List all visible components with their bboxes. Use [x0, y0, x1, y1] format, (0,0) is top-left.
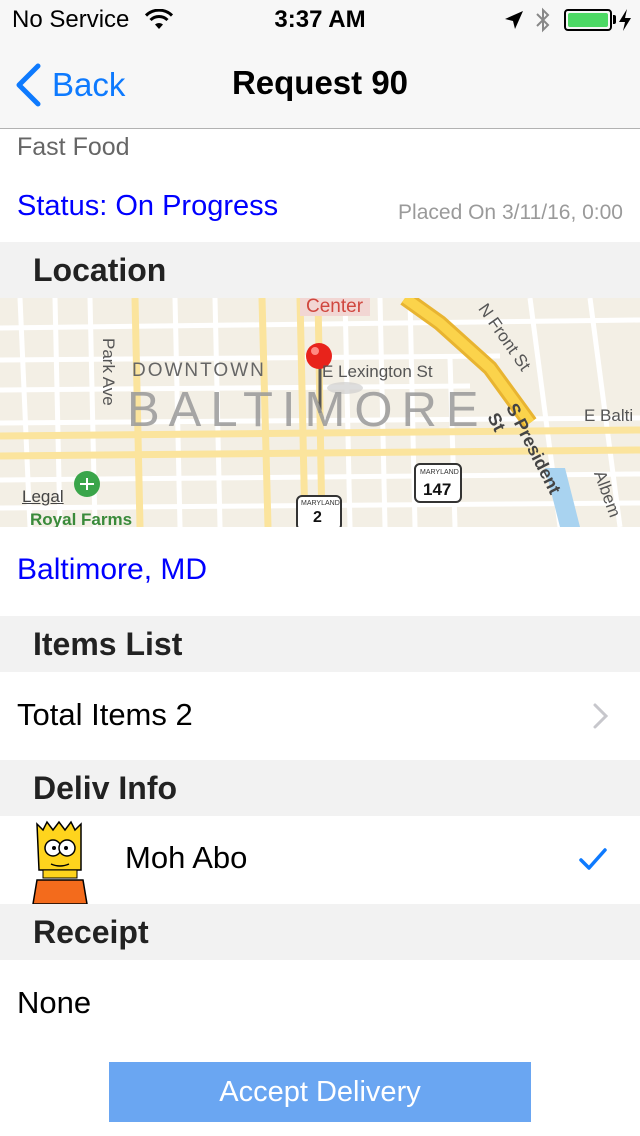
deliverer-name: Moh Abo [125, 840, 248, 875]
receipt-section-header: Receipt [0, 904, 640, 960]
bluetooth-icon [536, 7, 550, 33]
deliverer-row[interactable] [0, 816, 640, 904]
map-poi-royal-farms: Royal Farms [30, 510, 133, 527]
map-city-label: BALTIMORE [127, 383, 488, 437]
map-street-park-ave: Park Ave [99, 338, 118, 406]
map-street-baltimore: E Balti [584, 406, 634, 425]
items-section-header: Items List [0, 616, 640, 672]
charging-bolt-icon [619, 9, 631, 31]
page-title: Request 90 [231, 64, 409, 101]
location-section-header: Location [0, 242, 640, 298]
map-route-2-state: MARYLAND [301, 500, 340, 507]
map-street-lexington: E Lexington St [322, 362, 433, 381]
total-items-label: Total Items 2 [17, 697, 193, 732]
battery-icon [564, 9, 612, 31]
navigation-bar: Back Request 90 [0, 40, 640, 129]
battery-level [568, 13, 608, 27]
placed-on-date: Placed On 3/11/16, 0:00 [398, 201, 623, 224]
deliv-info-section-header: Deliv Info [0, 760, 640, 816]
map-district-label: DOWNTOWN [132, 360, 266, 381]
total-items-row[interactable]: Total Items 2 [0, 672, 640, 760]
receipt-header-label: Receipt [33, 914, 149, 950]
checkmark-icon [579, 848, 607, 870]
request-category: Fast Food [17, 133, 130, 161]
battery-tip [613, 15, 616, 24]
location-header-label: Location [33, 252, 167, 288]
map-legal-link[interactable]: Legal [22, 487, 64, 507]
map-route-147-state: MARYLAND [420, 469, 459, 476]
location-city-link[interactable]: Baltimore, MD [17, 553, 207, 587]
avatar [32, 820, 88, 904]
map-street-center: Center [306, 298, 364, 317]
status-bar: No Service 3:37 AM [0, 0, 640, 40]
accept-delivery-button[interactable]: Accept Delivery [109, 1062, 531, 1122]
location-map[interactable]: Center Park Ave DOWNTOWN E Lexington St … [0, 298, 640, 527]
map-route-147-number: 147 [423, 480, 452, 499]
receipt-value: None [17, 985, 92, 1020]
items-header-label: Items List [33, 626, 183, 662]
deliv-info-header-label: Deliv Info [33, 770, 178, 806]
chevron-right-icon [593, 703, 609, 729]
location-arrow-icon [505, 11, 523, 29]
map-route-2-number: 2 [313, 509, 322, 526]
request-status: Status: On Progress [17, 190, 279, 222]
